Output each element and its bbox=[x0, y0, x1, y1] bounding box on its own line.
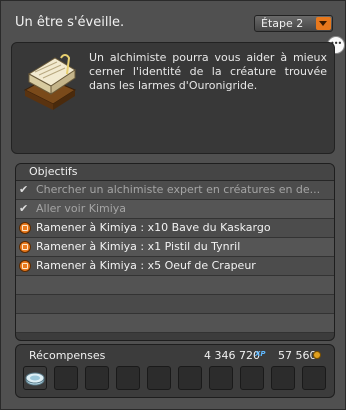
rewards-label: Récompenses bbox=[29, 349, 106, 362]
objective-item[interactable]: Ramener à Kimiya : x10 Bave du Kaskargo bbox=[16, 219, 334, 238]
objective-icon bbox=[19, 222, 31, 234]
objectives-list: Objectifs ✔ Chercher un alchimiste exper… bbox=[15, 163, 335, 341]
quest-title: Un être s'éveille. bbox=[15, 15, 125, 30]
reward-slot[interactable] bbox=[147, 366, 171, 390]
objective-label: Chercher un alchimiste expert en créatur… bbox=[36, 183, 321, 196]
objectives-header: Objectifs bbox=[16, 164, 334, 181]
quest-book-icon bbox=[23, 54, 77, 110]
objective-label: Ramener à Kimiya : x5 Oeuf de Crapeur bbox=[36, 259, 256, 272]
reward-slot[interactable] bbox=[302, 366, 326, 390]
reward-slot[interactable] bbox=[209, 366, 233, 390]
objective-label: Ramener à Kimiya : x10 Bave du Kaskargo bbox=[36, 221, 271, 234]
xp-icon: XP bbox=[255, 350, 266, 358]
objective-label: Ramener à Kimiya : x1 Pistil du Tynril bbox=[36, 240, 241, 253]
objective-label: Aller voir Kimiya bbox=[36, 202, 127, 215]
reward-item-icon bbox=[25, 372, 45, 386]
rewards-kamas-value: 57 560 bbox=[278, 349, 317, 362]
step-dropdown-label: Étape 2 bbox=[261, 17, 304, 30]
step-dropdown[interactable]: Étape 2 bbox=[254, 15, 333, 32]
objective-item[interactable]: Ramener à Kimiya : x1 Pistil du Tynril bbox=[16, 238, 334, 257]
reward-slot[interactable] bbox=[54, 366, 78, 390]
check-icon: ✔ bbox=[19, 202, 29, 215]
chevron-down-icon[interactable] bbox=[316, 17, 331, 30]
reward-slot[interactable] bbox=[240, 366, 264, 390]
rewards-panel: Récompenses 4 346 720 XP 57 560 bbox=[15, 344, 335, 398]
objective-item[interactable]: ✔ Chercher un alchimiste expert en créat… bbox=[16, 181, 334, 200]
reward-slot[interactable] bbox=[116, 366, 140, 390]
rewards-xp-value: 4 346 720 bbox=[204, 349, 260, 362]
objective-empty-row bbox=[16, 295, 334, 314]
kamas-icon bbox=[313, 351, 321, 359]
objective-item[interactable]: ✔ Aller voir Kimiya bbox=[16, 200, 334, 219]
quest-panel: Un être s'éveille. Étape 2 Un alchimiste… bbox=[0, 0, 346, 410]
objective-empty-row bbox=[16, 276, 334, 295]
objective-icon bbox=[19, 241, 31, 253]
objective-empty-row bbox=[16, 314, 334, 333]
quest-description: Un alchimiste pourra vous aider à mieux … bbox=[89, 51, 327, 92]
check-icon: ✔ bbox=[19, 183, 29, 196]
quest-description-box: Un alchimiste pourra vous aider à mieux … bbox=[11, 42, 335, 154]
reward-slot[interactable] bbox=[178, 366, 202, 390]
reward-slot[interactable] bbox=[271, 366, 295, 390]
reward-slot[interactable] bbox=[23, 366, 47, 390]
objective-icon bbox=[19, 260, 31, 272]
reward-slot[interactable] bbox=[85, 366, 109, 390]
objective-item[interactable]: Ramener à Kimiya : x5 Oeuf de Crapeur bbox=[16, 257, 334, 276]
